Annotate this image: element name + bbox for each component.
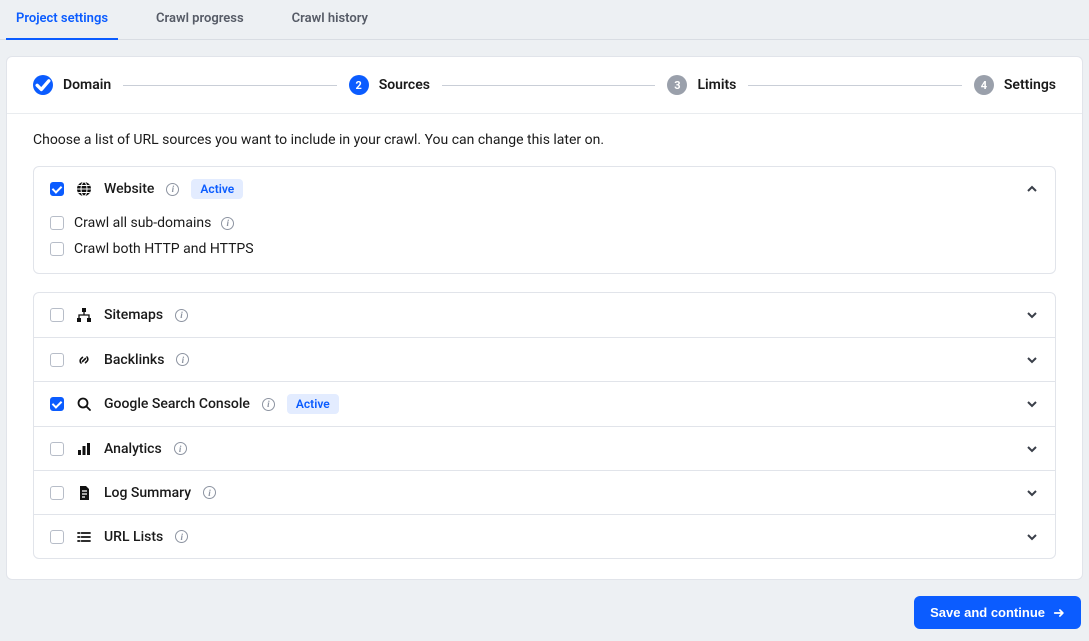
footer: Save and continue	[6, 596, 1083, 633]
subopt-label: Crawl both HTTP and HTTPS	[74, 241, 254, 257]
info-icon[interactable]	[221, 217, 234, 230]
chevron-down-icon[interactable]	[1025, 530, 1039, 544]
tab-crawl-progress[interactable]: Crawl progress	[146, 0, 254, 40]
tabs-bar: Project settings Crawl progress Crawl hi…	[0, 0, 1089, 40]
source-label: Analytics	[104, 441, 162, 457]
source-label: Log Summary	[104, 485, 191, 501]
step-number: 2	[349, 75, 369, 95]
checkbox-sitemaps[interactable]	[50, 308, 64, 322]
source-row-gsc[interactable]: Google Search Console Active	[34, 381, 1055, 426]
source-label: Sitemaps	[104, 307, 163, 323]
source-row-sitemaps[interactable]: Sitemaps	[34, 293, 1055, 337]
globe-icon	[76, 181, 92, 197]
step-settings[interactable]: 4 Settings	[974, 75, 1056, 95]
step-label: Domain	[63, 77, 111, 93]
step-label: Sources	[379, 77, 430, 93]
info-icon[interactable]	[166, 183, 179, 196]
step-label: Limits	[697, 77, 736, 93]
checkbox-http-https[interactable]	[50, 242, 64, 256]
main-card: Domain 2 Sources 3 Limits 4 Settings Cho…	[6, 56, 1083, 580]
source-label: URL Lists	[104, 529, 163, 545]
step-line	[442, 85, 656, 86]
checkbox-url-lists[interactable]	[50, 530, 64, 544]
checkbox-gsc[interactable]	[50, 397, 64, 411]
step-number: 3	[667, 75, 687, 95]
source-row-url-lists[interactable]: URL Lists	[34, 514, 1055, 558]
step-number: 4	[974, 75, 994, 95]
save-button-label: Save and continue	[930, 605, 1045, 620]
list-icon	[76, 529, 92, 545]
info-icon[interactable]	[175, 309, 188, 322]
chevron-down-icon[interactable]	[1025, 353, 1039, 367]
source-group: Sitemaps Backlinks	[33, 292, 1056, 559]
info-icon[interactable]	[175, 530, 188, 543]
stepper: Domain 2 Sources 3 Limits 4 Settings	[7, 57, 1082, 114]
step-line	[123, 85, 337, 86]
save-continue-button[interactable]: Save and continue	[914, 596, 1081, 629]
source-label: Backlinks	[104, 352, 164, 368]
arrow-right-icon	[1053, 607, 1065, 619]
chevron-down-icon[interactable]	[1025, 486, 1039, 500]
link-icon	[76, 352, 92, 368]
checkbox-log-summary[interactable]	[50, 486, 64, 500]
source-row-website[interactable]: Website Active	[34, 167, 1055, 211]
source-row-analytics[interactable]: Analytics	[34, 426, 1055, 470]
info-icon[interactable]	[174, 442, 187, 455]
tab-crawl-history[interactable]: Crawl history	[282, 0, 378, 40]
checkbox-subdomains[interactable]	[50, 216, 64, 230]
step-sources[interactable]: 2 Sources	[349, 75, 430, 95]
source-row-backlinks[interactable]: Backlinks	[34, 337, 1055, 381]
sitemap-icon	[76, 307, 92, 323]
subopt-crawl-subdomains[interactable]: Crawl all sub-domains	[50, 215, 1039, 231]
content: Choose a list of URL sources you want to…	[7, 114, 1082, 579]
active-badge: Active	[191, 179, 243, 199]
subopt-label: Crawl all sub-domains	[74, 215, 211, 231]
step-label: Settings	[1004, 77, 1056, 93]
step-domain[interactable]: Domain	[33, 75, 111, 95]
subopt-crawl-http-https[interactable]: Crawl both HTTP and HTTPS	[50, 241, 1039, 257]
source-panel-website: Website Active Crawl all sub-domains	[33, 166, 1056, 274]
step-limits[interactable]: 3 Limits	[667, 75, 736, 95]
source-label: Google Search Console	[104, 396, 250, 412]
checkbox-backlinks[interactable]	[50, 353, 64, 367]
checkbox-analytics[interactable]	[50, 442, 64, 456]
analytics-icon	[76, 441, 92, 457]
chevron-down-icon[interactable]	[1025, 308, 1039, 322]
check-icon	[33, 75, 53, 95]
tab-project-settings[interactable]: Project settings	[6, 0, 118, 40]
website-suboptions: Crawl all sub-domains Crawl both HTTP an…	[34, 211, 1055, 273]
info-icon[interactable]	[262, 398, 275, 411]
source-label: Website	[104, 181, 154, 197]
search-icon	[76, 396, 92, 412]
active-badge: Active	[287, 394, 339, 414]
intro-text: Choose a list of URL sources you want to…	[33, 132, 1056, 148]
step-line	[748, 85, 962, 86]
chevron-down-icon[interactable]	[1025, 442, 1039, 456]
chevron-up-icon[interactable]	[1025, 182, 1039, 196]
file-icon	[76, 485, 92, 501]
checkbox-website[interactable]	[50, 182, 64, 196]
chevron-down-icon[interactable]	[1025, 397, 1039, 411]
info-icon[interactable]	[203, 486, 216, 499]
info-icon[interactable]	[176, 353, 189, 366]
source-row-log-summary[interactable]: Log Summary	[34, 470, 1055, 514]
